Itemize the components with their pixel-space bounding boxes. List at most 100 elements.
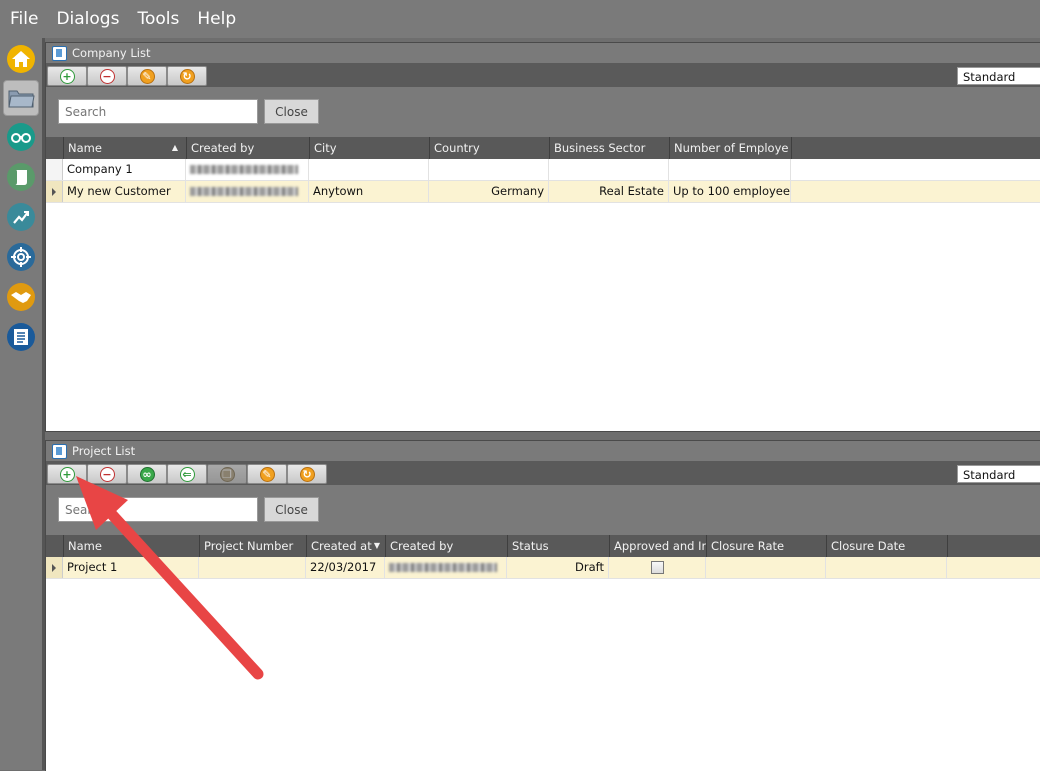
- project-search-input[interactable]: [58, 497, 258, 522]
- table-row[interactable]: My new Customer Anytown Germany Real Est…: [46, 181, 1040, 203]
- cell-closure-date: [826, 557, 947, 578]
- company-list-icon: [52, 45, 67, 61]
- menu-file[interactable]: File: [10, 9, 38, 29]
- project-list-title-bar: Project List: [46, 441, 1040, 461]
- cell-employees: [669, 159, 791, 180]
- row-indicator-header: [46, 535, 64, 557]
- redacted-name: [190, 187, 298, 196]
- column-header-business-sector[interactable]: Business Sector: [550, 137, 670, 159]
- menu-bar: File Dialogs Tools Help: [0, 0, 1040, 38]
- cell-name: My new Customer: [63, 181, 186, 202]
- cell-city: [309, 159, 429, 180]
- company-search-bar: Close: [46, 87, 1040, 137]
- sidebar-item-handshake[interactable]: [4, 280, 38, 314]
- sidebar-item-target[interactable]: [4, 240, 38, 274]
- column-header-approved[interactable]: Approved and Ir: [610, 535, 707, 557]
- sort-ascending-icon: ▲: [171, 143, 178, 152]
- sidebar-item-scroll[interactable]: [4, 160, 38, 194]
- scroll-icon: [7, 163, 35, 191]
- cell-city: Anytown: [309, 181, 429, 202]
- column-header-label: Created at: [311, 539, 372, 553]
- project-view-select[interactable]: Standard: [957, 465, 1040, 483]
- table-row[interactable]: Company 1: [46, 159, 1040, 181]
- table-row[interactable]: Project 1 22/03/2017 Draft: [46, 557, 1040, 579]
- row-indicator: [46, 557, 63, 578]
- company-refresh-button[interactable]: ↻: [167, 66, 207, 86]
- column-header-name[interactable]: Name ▲: [64, 137, 187, 159]
- cell-business-sector: [549, 159, 669, 180]
- project-remove-button[interactable]: −: [87, 464, 127, 484]
- cell-project-number: [199, 557, 306, 578]
- plus-icon: +: [59, 68, 75, 84]
- wrench-icon: ✎: [139, 68, 155, 84]
- column-header-created-at[interactable]: Created at ▼: [307, 535, 386, 557]
- company-add-button[interactable]: +: [47, 66, 87, 86]
- sidebar-item-binoculars[interactable]: [4, 120, 38, 154]
- menu-help[interactable]: Help: [197, 9, 236, 29]
- approved-checkbox[interactable]: [650, 561, 664, 574]
- column-header-label: Name: [68, 141, 102, 155]
- link-icon: ∞: [139, 466, 155, 482]
- redacted-name: [389, 563, 497, 572]
- project-close-button[interactable]: Close: [264, 497, 319, 522]
- column-header-filler: [948, 535, 1040, 557]
- project-link-button[interactable]: ∞: [127, 464, 167, 484]
- company-remove-button[interactable]: −: [87, 66, 127, 86]
- column-header-project-number[interactable]: Project Number: [200, 535, 307, 557]
- sidebar-item-documents[interactable]: [4, 320, 38, 354]
- project-list-title: Project List: [72, 444, 136, 458]
- menu-dialogs[interactable]: Dialogs: [56, 9, 119, 29]
- sidebar-item-folder[interactable]: [3, 80, 39, 116]
- project-copy-button[interactable]: ❐: [207, 464, 247, 484]
- company-view-select[interactable]: Standard: [957, 67, 1040, 85]
- arrow-in-icon: ⇐: [179, 466, 195, 482]
- project-grid-header: Name Project Number Created at ▼ Created…: [46, 535, 1040, 557]
- cell-created-at: 22/03/2017: [306, 557, 385, 578]
- project-list-icon: [52, 443, 67, 459]
- sort-descending-icon: ▼: [373, 541, 380, 550]
- cell-closure-rate: [706, 557, 826, 578]
- column-header-status[interactable]: Status: [508, 535, 610, 557]
- folder-icon: [7, 84, 35, 112]
- column-header-country[interactable]: Country: [430, 137, 550, 159]
- column-header-closure-date[interactable]: Closure Date: [827, 535, 948, 557]
- column-header-employees[interactable]: Number of Employe: [670, 137, 792, 159]
- row-indicator: [46, 181, 63, 202]
- cell-created-by: [186, 181, 309, 202]
- refresh-icon: ↻: [179, 68, 195, 84]
- sidebar-item-chart[interactable]: [4, 200, 38, 234]
- project-edit-button[interactable]: ✎: [247, 464, 287, 484]
- sidebar: [0, 38, 45, 770]
- company-toolbar: + − ✎ ↻ Standard: [46, 63, 1040, 87]
- company-search-input[interactable]: [58, 99, 258, 124]
- column-header-city[interactable]: City: [310, 137, 430, 159]
- sidebar-item-home[interactable]: [4, 42, 38, 76]
- document-list-icon: [7, 323, 35, 351]
- column-header-created-by[interactable]: Created by: [386, 535, 508, 557]
- column-header-created-by[interactable]: Created by: [187, 137, 310, 159]
- column-header-closure-rate[interactable]: Closure Rate: [707, 535, 827, 557]
- minus-icon: −: [99, 68, 115, 84]
- row-pointer-icon: [52, 188, 56, 196]
- company-list-panel: Company List + − ✎ ↻ Standard Close Name…: [45, 42, 1040, 432]
- row-indicator-header: [46, 137, 64, 159]
- cell-business-sector: Real Estate: [549, 181, 669, 202]
- project-refresh-button[interactable]: ↻: [287, 464, 327, 484]
- binoculars-icon: [7, 123, 35, 151]
- project-search-bar: Close: [46, 485, 1040, 535]
- cell-status: Draft: [507, 557, 609, 578]
- company-list-title: Company List: [72, 46, 151, 60]
- minus-icon: −: [99, 466, 115, 482]
- project-import-button[interactable]: ⇐: [167, 464, 207, 484]
- company-list-title-bar: Company List: [46, 43, 1040, 63]
- company-close-button[interactable]: Close: [264, 99, 319, 124]
- cell-country: Germany: [429, 181, 549, 202]
- column-header-name[interactable]: Name: [64, 535, 200, 557]
- menu-tools[interactable]: Tools: [137, 9, 179, 29]
- column-header-filler: [792, 137, 1040, 159]
- handshake-icon: [7, 283, 35, 311]
- row-indicator: [46, 159, 63, 180]
- project-add-button[interactable]: +: [47, 464, 87, 484]
- company-edit-button[interactable]: ✎: [127, 66, 167, 86]
- project-list-panel: Project List + − ∞ ⇐ ❐ ✎ ↻ Standard Clos…: [45, 440, 1040, 771]
